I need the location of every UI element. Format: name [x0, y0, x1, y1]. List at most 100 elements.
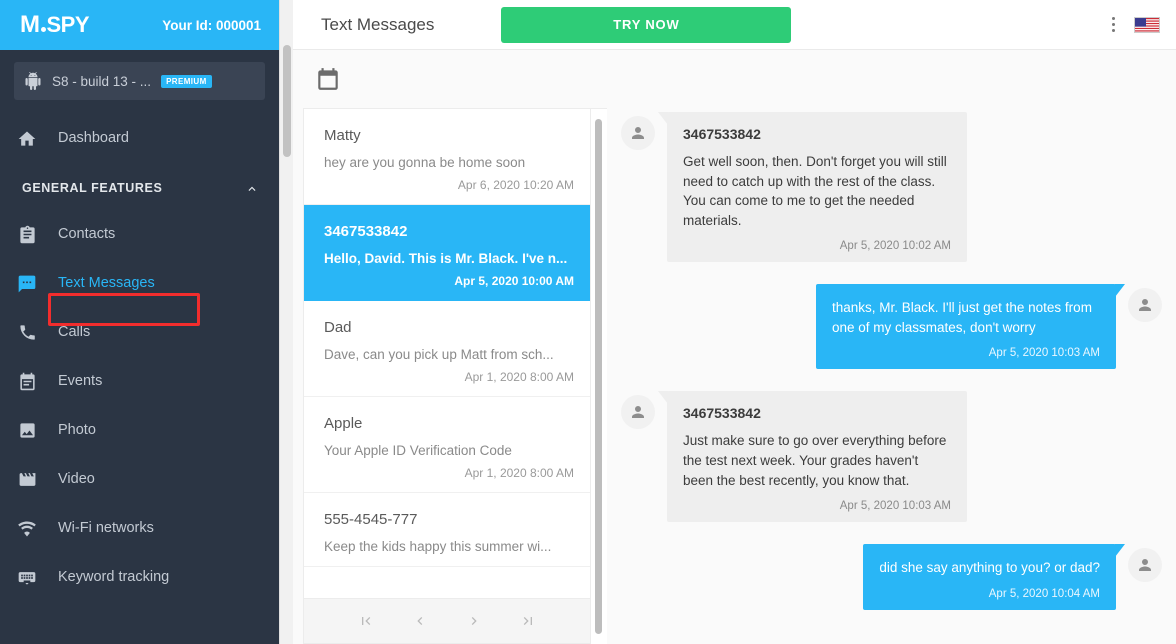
conversation-list-scrollbar-thumb[interactable] [595, 119, 602, 634]
sidebar-item-text-messages[interactable]: Text Messages [0, 259, 279, 308]
conversation-name: Matty [324, 127, 361, 144]
conversation-time: Apr 1, 2020 8:00 AM [464, 370, 574, 384]
conversation-snippet: Dave, can you pick up Matt from sch... [324, 347, 554, 362]
user-id-label: Your Id: 000001 [162, 17, 261, 33]
sidebar-item-label: Calls [58, 324, 91, 341]
message-bubble-incoming: 3467533842 Just make sure to go over eve… [658, 391, 967, 523]
try-now-button[interactable]: TRY NOW [501, 6, 792, 43]
list-item[interactable]: Dad Dave, can you pick up Matt from sch.… [304, 301, 590, 397]
message-bubble-incoming: 3467533842 Get well soon, then. Don't fo… [658, 112, 967, 263]
chevron-up-icon [245, 182, 257, 194]
message-body: thanks, Mr. Black. I'll just get the not… [832, 300, 1092, 335]
message-timestamp: Apr 5, 2020 10:04 AM [988, 587, 1100, 600]
conversation-snippet: Your Apple ID Verification Code [324, 443, 512, 458]
conversation-name: Apple [324, 415, 363, 432]
sidebar-item-wifi-networks[interactable]: Wi-Fi networks [0, 504, 279, 553]
message-body: did she say anything to you? or dad? [879, 560, 1100, 576]
brand-bar: M SPY Your Id: 000001 [0, 0, 279, 50]
conversation-list-scrollbar[interactable] [591, 108, 607, 644]
conversation-list: Matty hey are you gonna be home soon Apr… [303, 108, 591, 598]
us-flag-icon[interactable] [1134, 16, 1160, 33]
sidebar-item-label: Dashboard [58, 130, 129, 147]
top-bar-actions [1104, 14, 1160, 36]
sidebar-item-label: Text Messages [58, 275, 155, 292]
page-scrollbar-thumb[interactable] [283, 45, 291, 157]
sidebar-item-label: Contacts [58, 226, 116, 243]
message-body: Get well soon, then. Don't forget you wi… [683, 154, 947, 228]
image-icon [16, 420, 38, 442]
page-scrollbar[interactable] [279, 0, 293, 644]
conversation-name: 555-4545-777 [324, 511, 418, 528]
conversation-list-panel: Matty hey are you gonna be home soon Apr… [303, 108, 591, 644]
sidebar-item-photo[interactable]: Photo [0, 406, 279, 455]
message-sender: 3467533842 [683, 405, 761, 422]
calendar-icon [16, 371, 38, 393]
conversation-name: 3467533842 [324, 223, 408, 240]
conversation-time: Apr 5, 2020 10:00 AM [454, 274, 574, 288]
device-name-label: S8 - build 13 - ... [52, 73, 152, 89]
sidebar-item-events[interactable]: Events [0, 357, 279, 406]
app-root: M SPY Your Id: 000001 S8 - build 13 - ..… [0, 0, 1176, 644]
table-row: did she say anything to you? or dad? Apr… [621, 544, 1162, 610]
sidebar-item-label: Photo [58, 422, 96, 439]
page-title: Text Messages [321, 14, 435, 34]
sidebar: M SPY Your Id: 000001 S8 - build 13 - ..… [0, 0, 279, 644]
keyboard-icon [16, 567, 38, 589]
avatar [621, 116, 655, 150]
sidebar-item-video[interactable]: Video [0, 455, 279, 504]
previous-page-icon[interactable] [412, 613, 428, 629]
conversation-time: Apr 1, 2020 8:00 AM [464, 466, 574, 480]
sidebar-section-general-features[interactable]: GENERAL FEATURES [0, 163, 279, 210]
sidebar-item-contacts[interactable]: Contacts [0, 210, 279, 259]
avatar [1128, 288, 1162, 323]
first-page-icon[interactable] [358, 613, 374, 629]
logo-dot [40, 27, 46, 32]
message-bubble-outgoing: thanks, Mr. Black. I'll just get the not… [816, 284, 1125, 370]
conversation-time: Apr 6, 2020 10:20 AM [457, 178, 574, 192]
sidebar-item-dashboard[interactable]: Dashboard [0, 114, 279, 163]
contacts-icon [16, 224, 38, 246]
android-icon [24, 71, 42, 90]
main-area: Text Messages TRY NOW Matty hey are you … [293, 0, 1176, 644]
logo-spy: SPY [46, 12, 90, 37]
premium-badge: PREMIUM [161, 74, 212, 88]
list-item[interactable]: 555-4545-777 Keep the kids happy this su… [304, 493, 590, 567]
table-row: thanks, Mr. Black. I'll just get the not… [621, 284, 1162, 370]
phone-icon [16, 322, 38, 344]
conversation-snippet: hey are you gonna be home soon [324, 155, 526, 170]
sidebar-nav: Dashboard GENERAL FEATURES Contacts Text… [0, 114, 279, 602]
content-area: Matty hey are you gonna be home soon Apr… [293, 108, 1176, 644]
calendar-icon[interactable] [315, 66, 341, 92]
more-vertical-icon[interactable] [1104, 14, 1122, 36]
sidebar-item-calls[interactable]: Calls [0, 308, 279, 357]
next-page-icon[interactable] [466, 613, 482, 629]
list-item[interactable]: Apple Your Apple ID Verification Code Ap… [304, 397, 590, 493]
wifi-icon [16, 518, 38, 540]
message-icon [16, 273, 38, 295]
message-timestamp: Apr 5, 2020 10:02 AM [839, 240, 951, 253]
video-icon [16, 469, 38, 491]
message-bubble-outgoing: did she say anything to you? or dad? Apr… [863, 544, 1125, 610]
message-timestamp: Apr 5, 2020 10:03 AM [839, 500, 951, 513]
sidebar-item-keyword-tracking[interactable]: Keyword tracking [0, 553, 279, 602]
mspy-logo[interactable]: M SPY [20, 11, 90, 39]
device-selector[interactable]: S8 - build 13 - ... PREMIUM [14, 62, 265, 100]
message-body: Just make sure to go over everything bef… [683, 433, 947, 488]
table-row: 3467533842 Get well soon, then. Don't fo… [621, 112, 1162, 263]
table-row: 3467533842 Just make sure to go over eve… [621, 391, 1162, 523]
sidebar-item-label: Video [58, 471, 95, 488]
list-item[interactable]: Matty hey are you gonna be home soon Apr… [304, 109, 590, 205]
top-bar: Text Messages TRY NOW [293, 0, 1176, 50]
sidebar-item-label: Keyword tracking [58, 569, 170, 586]
message-timestamp: Apr 5, 2020 10:03 AM [988, 347, 1100, 360]
sidebar-section-label: GENERAL FEATURES [22, 180, 163, 195]
avatar [1128, 548, 1162, 583]
avatar [621, 395, 655, 430]
conversation-name: Dad [324, 319, 352, 336]
message-sender: 3467533842 [683, 126, 761, 142]
last-page-icon[interactable] [520, 613, 536, 629]
pagination-controls [303, 598, 591, 644]
logo-m: M [20, 11, 40, 38]
list-item[interactable]: 3467533842 Hello, David. This is Mr. Bla… [304, 205, 590, 301]
sidebar-item-label: Wi-Fi networks [58, 520, 154, 537]
